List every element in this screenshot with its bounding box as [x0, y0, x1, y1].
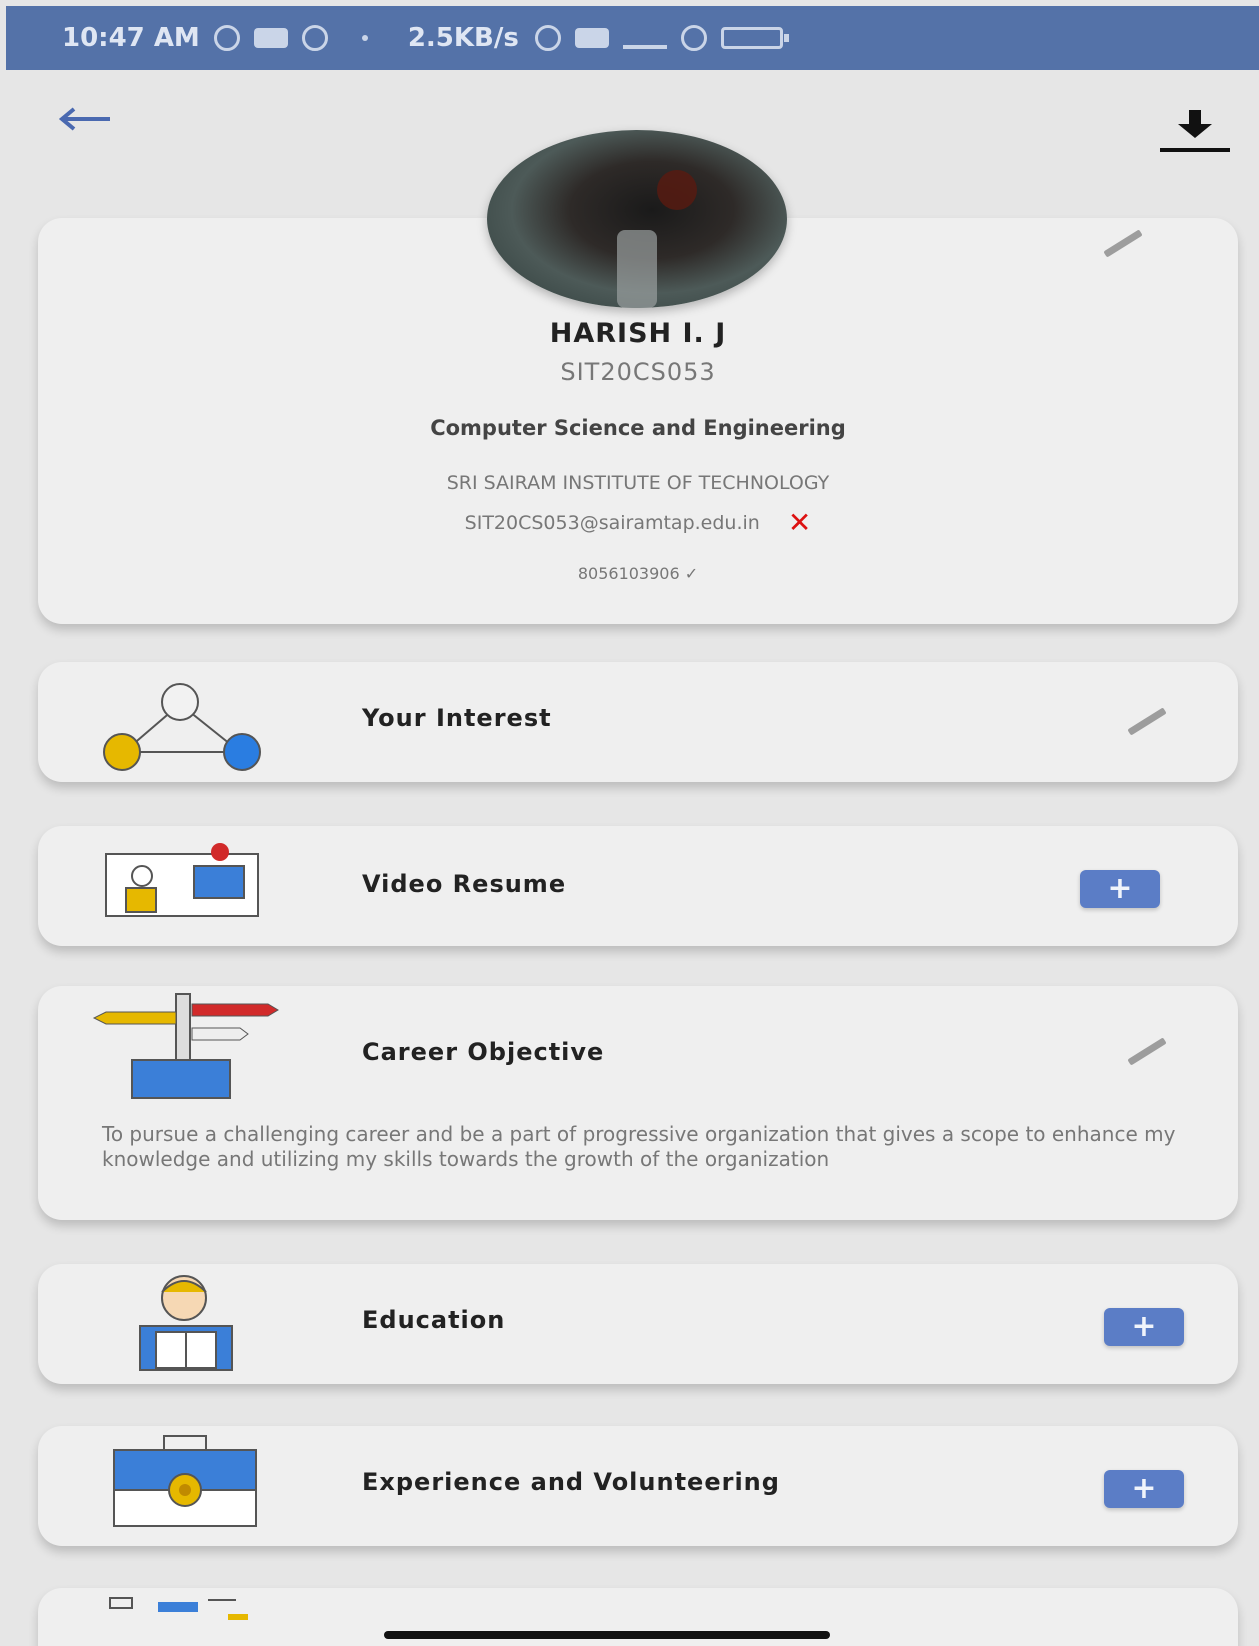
wifi-icon [680, 25, 707, 51]
add-video-resume-button[interactable]: + [1080, 870, 1160, 908]
student-id: SIT20CS053 [560, 358, 716, 386]
education-card[interactable]: Education + [38, 1264, 1238, 1384]
phone-number: 8056103906 ✓ [577, 564, 699, 583]
email-address: SIT20CS053@sairamtap.edu.in [464, 512, 760, 534]
career-objective-text: To pursue a challenging career and be a … [102, 1122, 1176, 1171]
profile-name: HARISH I. J [549, 318, 727, 349]
signpost-icon [92, 993, 279, 1099]
youtube-icon [253, 28, 288, 48]
profile-avatar [487, 130, 787, 308]
experience-title: Experience and Volunteering [362, 1468, 780, 1496]
network-speed: 2.5KB/s [407, 23, 519, 53]
video-presentation-icon [105, 843, 259, 917]
experience-card[interactable]: Experience and Volunteering + [38, 1426, 1238, 1546]
video-resume-title: Video Resume [362, 870, 567, 898]
section-illustration-icon [109, 1597, 248, 1620]
pencil-icon[interactable] [1126, 708, 1168, 734]
add-experience-button[interactable]: + [1104, 1470, 1184, 1508]
add-education-button[interactable]: + [1104, 1308, 1184, 1346]
status-time: 10:47 AM [62, 23, 200, 53]
more-notifications-icon [361, 35, 368, 41]
battery-icon [720, 27, 789, 49]
whatsapp-icon [213, 25, 240, 51]
app-notification-icon [301, 25, 328, 51]
volte-icon [574, 28, 609, 48]
briefcase-icon [113, 1435, 257, 1527]
x-mark-icon[interactable]: ✕ [788, 506, 811, 539]
education-title: Education [362, 1306, 506, 1334]
institute-name: SRI SAIRAM INSTITUTE OF TECHNOLOGY [446, 472, 830, 494]
interest-title: Your Interest [362, 704, 552, 732]
career-objective-title: Career Objective [362, 1038, 605, 1066]
alarm-icon [534, 25, 561, 51]
pencil-icon[interactable] [1102, 230, 1144, 256]
email-row: SIT20CS053@sairamtap.edu.in ✕ [38, 506, 1238, 539]
video-resume-card[interactable]: Video Resume + [38, 826, 1238, 946]
home-indicator[interactable] [384, 1631, 830, 1639]
interest-network-icon [103, 683, 261, 771]
career-objective-card[interactable]: Career Objective To pursue a challenging… [38, 986, 1238, 1220]
student-reading-icon [139, 1275, 233, 1371]
status-bar: 10:47 AM 2.5KB/s [6, 6, 1259, 70]
pencil-icon[interactable] [1126, 1038, 1168, 1064]
department: Computer Science and Engineering [430, 416, 846, 440]
download-icon[interactable] [1158, 108, 1232, 154]
signal-icon [622, 27, 667, 49]
interest-card[interactable]: Your Interest [38, 662, 1238, 782]
back-arrow-icon[interactable] [58, 104, 114, 134]
